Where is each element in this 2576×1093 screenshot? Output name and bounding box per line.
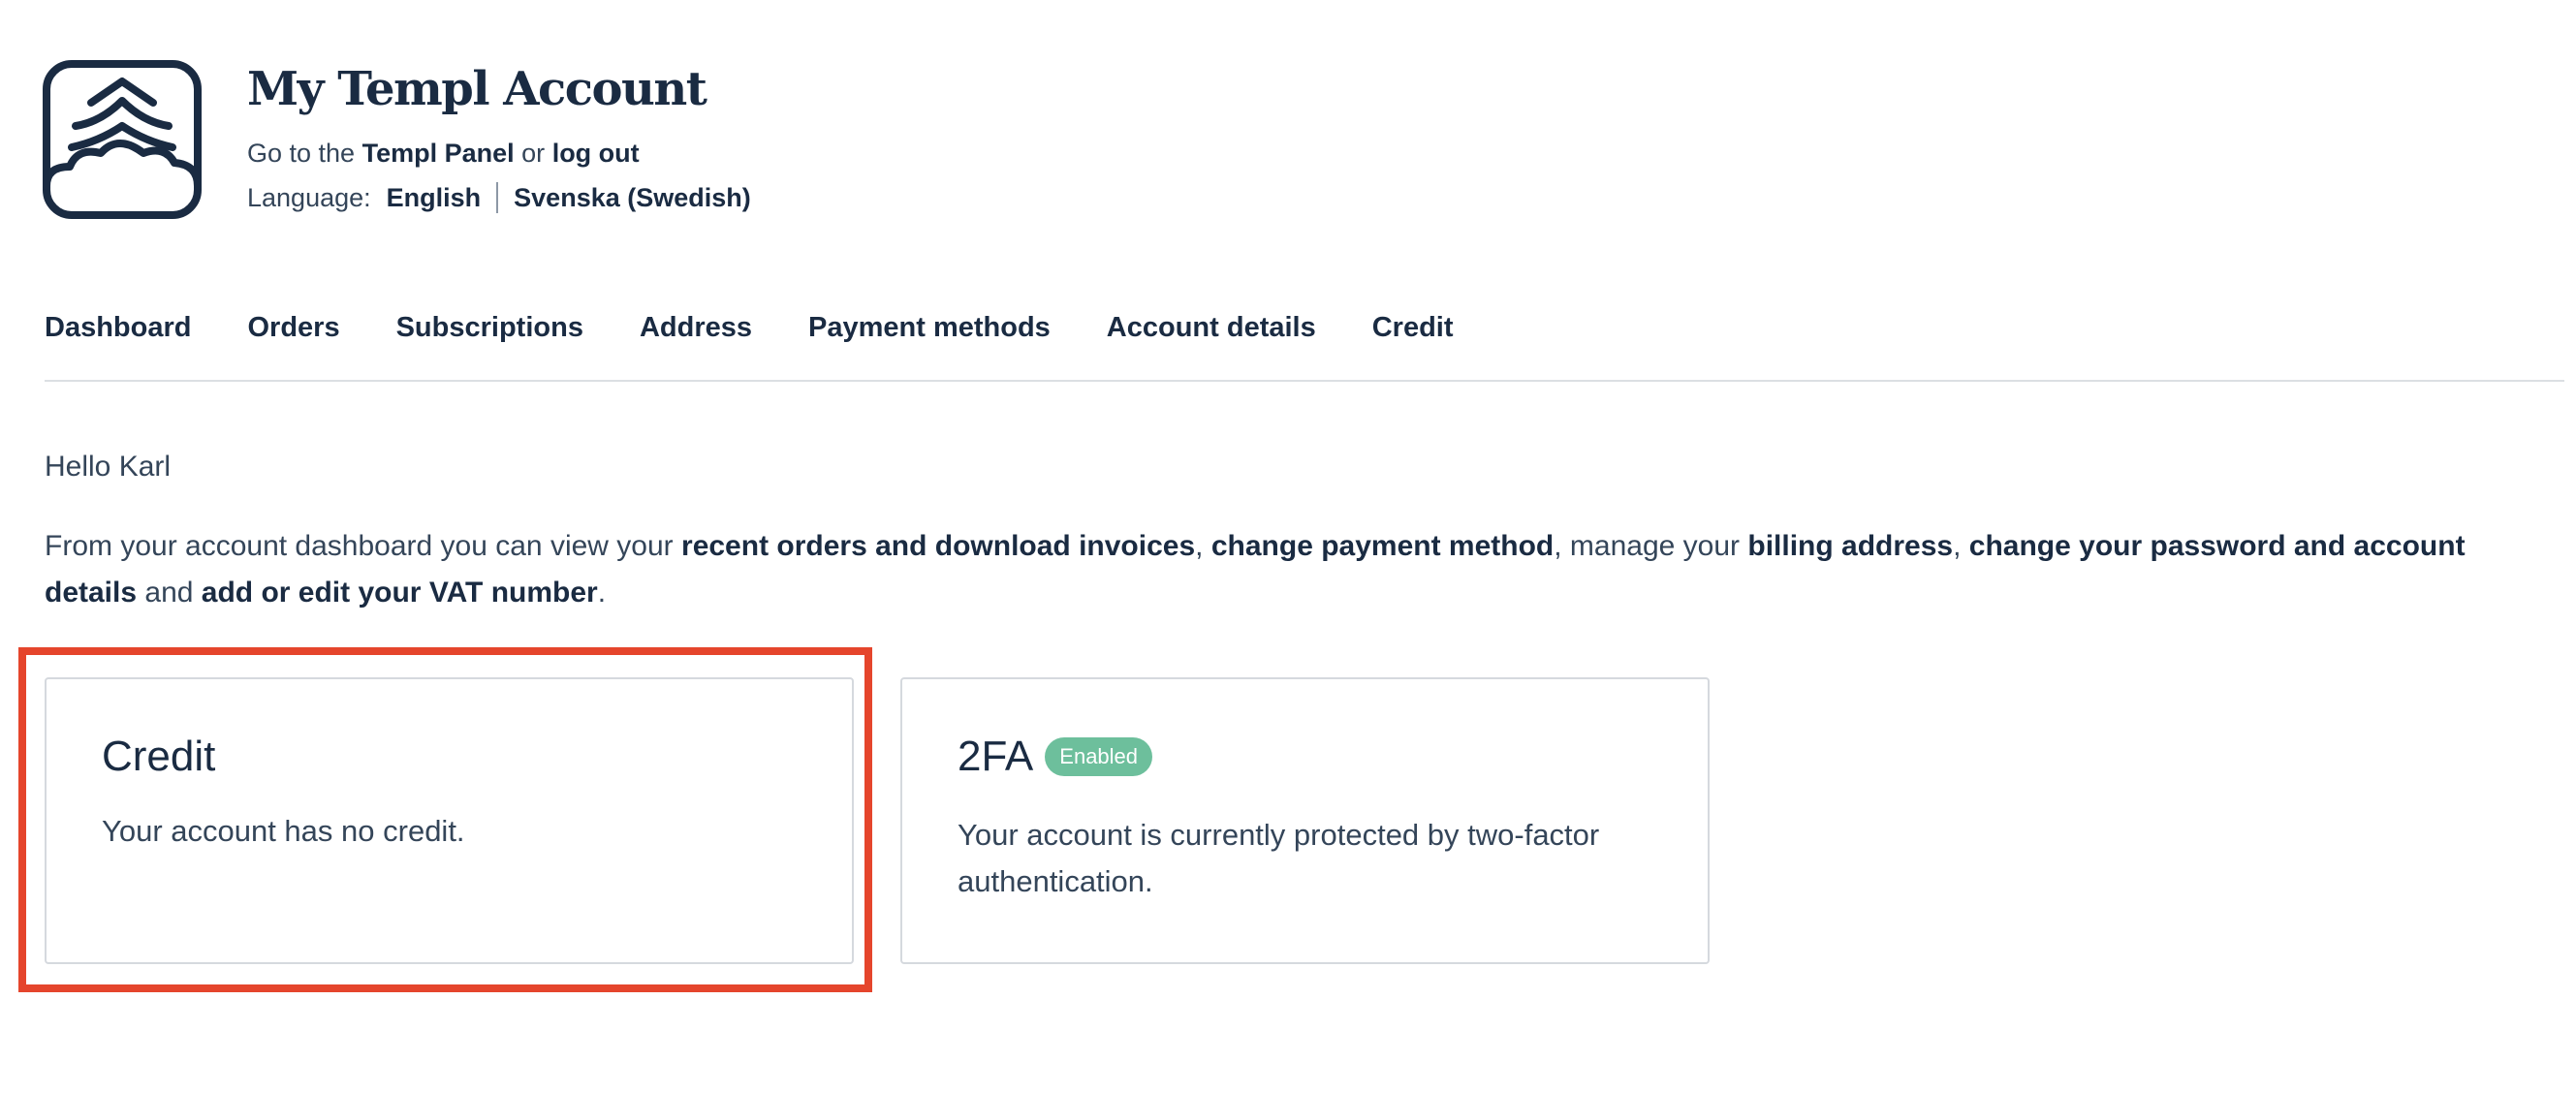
intro-text-2: ,: [1195, 530, 1204, 562]
account-nav: Dashboard Orders Subscriptions Address P…: [45, 306, 1454, 349]
nav-divider: [45, 380, 2564, 382]
credit-card: Credit Your account has no credit.: [45, 677, 854, 964]
credit-card-title: Credit: [102, 733, 216, 780]
templ-logo-icon: [43, 60, 202, 219]
nav-credit[interactable]: Credit: [1372, 306, 1454, 349]
site-title: My Templ Account: [247, 62, 707, 116]
nav-dashboard[interactable]: Dashboard: [45, 306, 191, 349]
language-label: Language:: [247, 183, 371, 212]
language-swedish-link[interactable]: Svenska (Swedish): [514, 178, 751, 217]
nav-orders[interactable]: Orders: [247, 306, 339, 349]
intro-text-6: .: [597, 577, 607, 609]
intro-orders-invoices: recent orders and download invoices: [681, 530, 1196, 562]
nav-payment-methods[interactable]: Payment methods: [808, 306, 1051, 349]
intro-change-payment: change payment method: [1210, 530, 1555, 562]
dashboard-intro: From your account dashboard you can view…: [45, 523, 2526, 616]
language-separator: [496, 182, 499, 213]
twofa-status-badge: Enabled: [1045, 737, 1153, 776]
intro-text-3: , manage your: [1554, 530, 1741, 562]
intro-vat-number: add or edit your VAT number: [201, 577, 598, 609]
twofa-card-title: 2FA: [958, 733, 1034, 780]
greeting: Hello Karl: [45, 451, 172, 483]
goto-line: Go to the Templ Panel or log out: [247, 134, 640, 172]
goto-or: or: [521, 139, 546, 168]
templ-panel-link[interactable]: Templ Panel: [362, 139, 515, 168]
intro-text-5: and: [144, 577, 194, 609]
logout-link[interactable]: log out: [552, 139, 640, 168]
twofa-card: 2FA Enabled Your account is currently pr…: [900, 677, 1710, 964]
intro-text-1: From your account dashboard you can view…: [45, 530, 674, 562]
language-switcher: Language: English Svenska (Swedish): [247, 178, 751, 217]
twofa-card-text: Your account is currently protected by t…: [958, 818, 1600, 898]
language-english-link[interactable]: English: [387, 178, 482, 217]
nav-address[interactable]: Address: [640, 306, 752, 349]
twofa-card-title-row: 2FA Enabled: [958, 730, 1153, 784]
goto-prefix: Go to the: [247, 139, 356, 168]
credit-card-text: Your account has no credit.: [102, 814, 465, 848]
nav-account-details[interactable]: Account details: [1107, 306, 1316, 349]
intro-text-4: ,: [1953, 530, 1962, 562]
nav-subscriptions[interactable]: Subscriptions: [396, 306, 583, 349]
intro-billing-address: billing address: [1747, 530, 1954, 562]
